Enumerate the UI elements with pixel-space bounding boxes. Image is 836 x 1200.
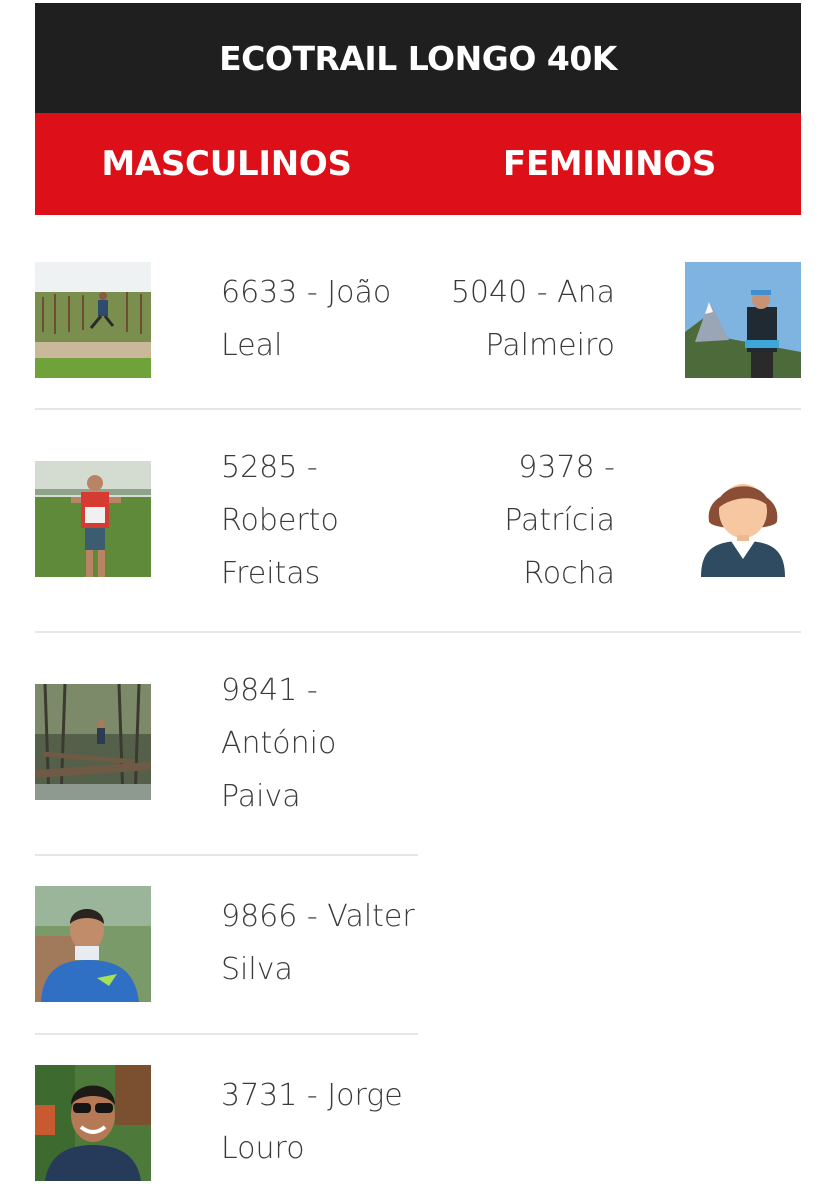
category-tabs: MASCULINOS FEMININOS <box>35 113 801 215</box>
athlete-photo-antonio-paiva <box>35 684 151 800</box>
tab-femininos[interactable]: FEMININOS <box>418 113 801 215</box>
athlete-photo-roberto-freitas <box>35 461 151 577</box>
athlete-photo-joao-leal <box>35 262 151 378</box>
athlete-row: 5285 - Roberto Freitas 9378 - Patrícia R… <box>35 410 801 633</box>
race-title: ECOTRAIL LONGO 40K <box>219 38 617 78</box>
athlete-photo-ana-palmeiro <box>685 262 801 378</box>
athlete-row: 9841 - António Paiva <box>35 633 418 856</box>
athlete-photo-jorge-louro <box>35 1065 151 1181</box>
athlete-name-male[interactable]: 6633 - João Leal <box>221 266 421 372</box>
tab-masculinos[interactable]: MASCULINOS <box>35 113 418 215</box>
athlete-name-male[interactable]: 5285 - Roberto Freitas <box>221 441 421 600</box>
female-avatar-placeholder-icon <box>685 461 801 577</box>
athlete-name-male[interactable]: 9841 - António Paiva <box>221 664 421 823</box>
athlete-name-male[interactable]: 3731 - Jorge Louro <box>221 1069 421 1175</box>
athlete-row: 3731 - Jorge Louro <box>35 1035 418 1200</box>
athlete-row: 6633 - João Leal 5040 - Ana Palmeiro <box>35 215 801 410</box>
athlete-name-male[interactable]: 9866 - Valter Silva <box>221 890 421 996</box>
athlete-photo-valter-silva <box>35 886 151 1002</box>
athlete-name-female[interactable]: 9378 - Patrícia Rocha <box>435 441 615 600</box>
race-title-header: ECOTRAIL LONGO 40K <box>35 3 801 113</box>
athlete-name-female[interactable]: 5040 - Ana Palmeiro <box>435 266 615 372</box>
athlete-row: 9866 - Valter Silva <box>35 856 418 1035</box>
